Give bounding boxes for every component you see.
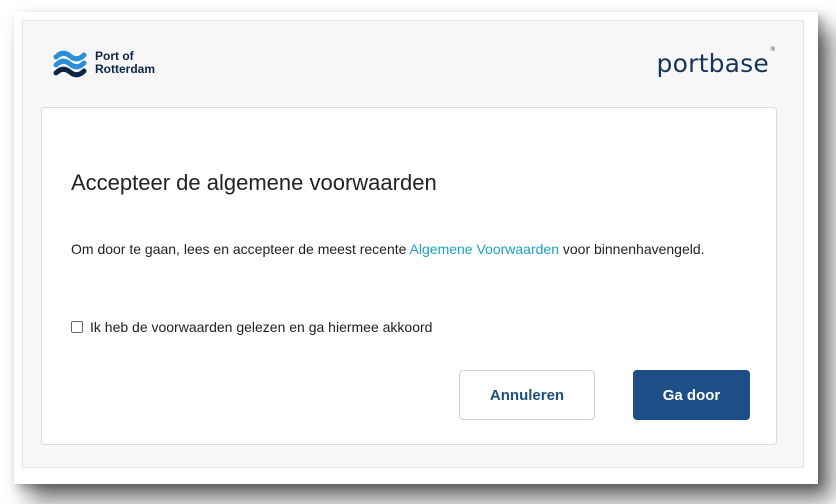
dialog-description: Om door te gaan, lees en accepteer de me… xyxy=(71,241,751,257)
portbase-o: o xyxy=(672,48,689,78)
accept-terms-row[interactable]: Ik heb de voorwaarden gelezen en ga hier… xyxy=(71,319,432,335)
portbase-rest: rtbase xyxy=(688,48,769,78)
header: Port of Rotterdam portbase ® xyxy=(23,21,803,105)
terms-dialog: Accepteer de algemene voorwaarden Om doo… xyxy=(41,107,777,445)
port-of-rotterdam-logo: Port of Rotterdam xyxy=(53,48,155,78)
portbase-logo: portbase ® xyxy=(656,46,776,78)
continue-button[interactable]: Ga door xyxy=(633,370,750,420)
accept-terms-checkbox[interactable] xyxy=(71,321,83,333)
registered-mark: ® xyxy=(769,45,776,53)
terms-link[interactable]: Algemene Voorwaarden xyxy=(410,241,559,257)
accept-terms-label[interactable]: Ik heb de voorwaarden gelezen en ga hier… xyxy=(90,319,432,335)
waves-logo-icon xyxy=(53,50,87,78)
app-window: Port of Rotterdam portbase ® Accepteer de… xyxy=(22,20,804,468)
portbase-p: p xyxy=(656,48,673,78)
logo-line-2: Rotterdam xyxy=(95,62,156,76)
cancel-button[interactable]: Annuleren xyxy=(459,370,595,420)
description-text-before: Om door te gaan, lees en accepteer de me… xyxy=(71,241,410,257)
port-of-rotterdam-wordmark: Port of Rotterdam xyxy=(95,50,155,76)
dialog-title: Accepteer de algemene voorwaarden xyxy=(71,170,437,195)
description-text-after: voor binnenhavengeld. xyxy=(558,241,705,257)
